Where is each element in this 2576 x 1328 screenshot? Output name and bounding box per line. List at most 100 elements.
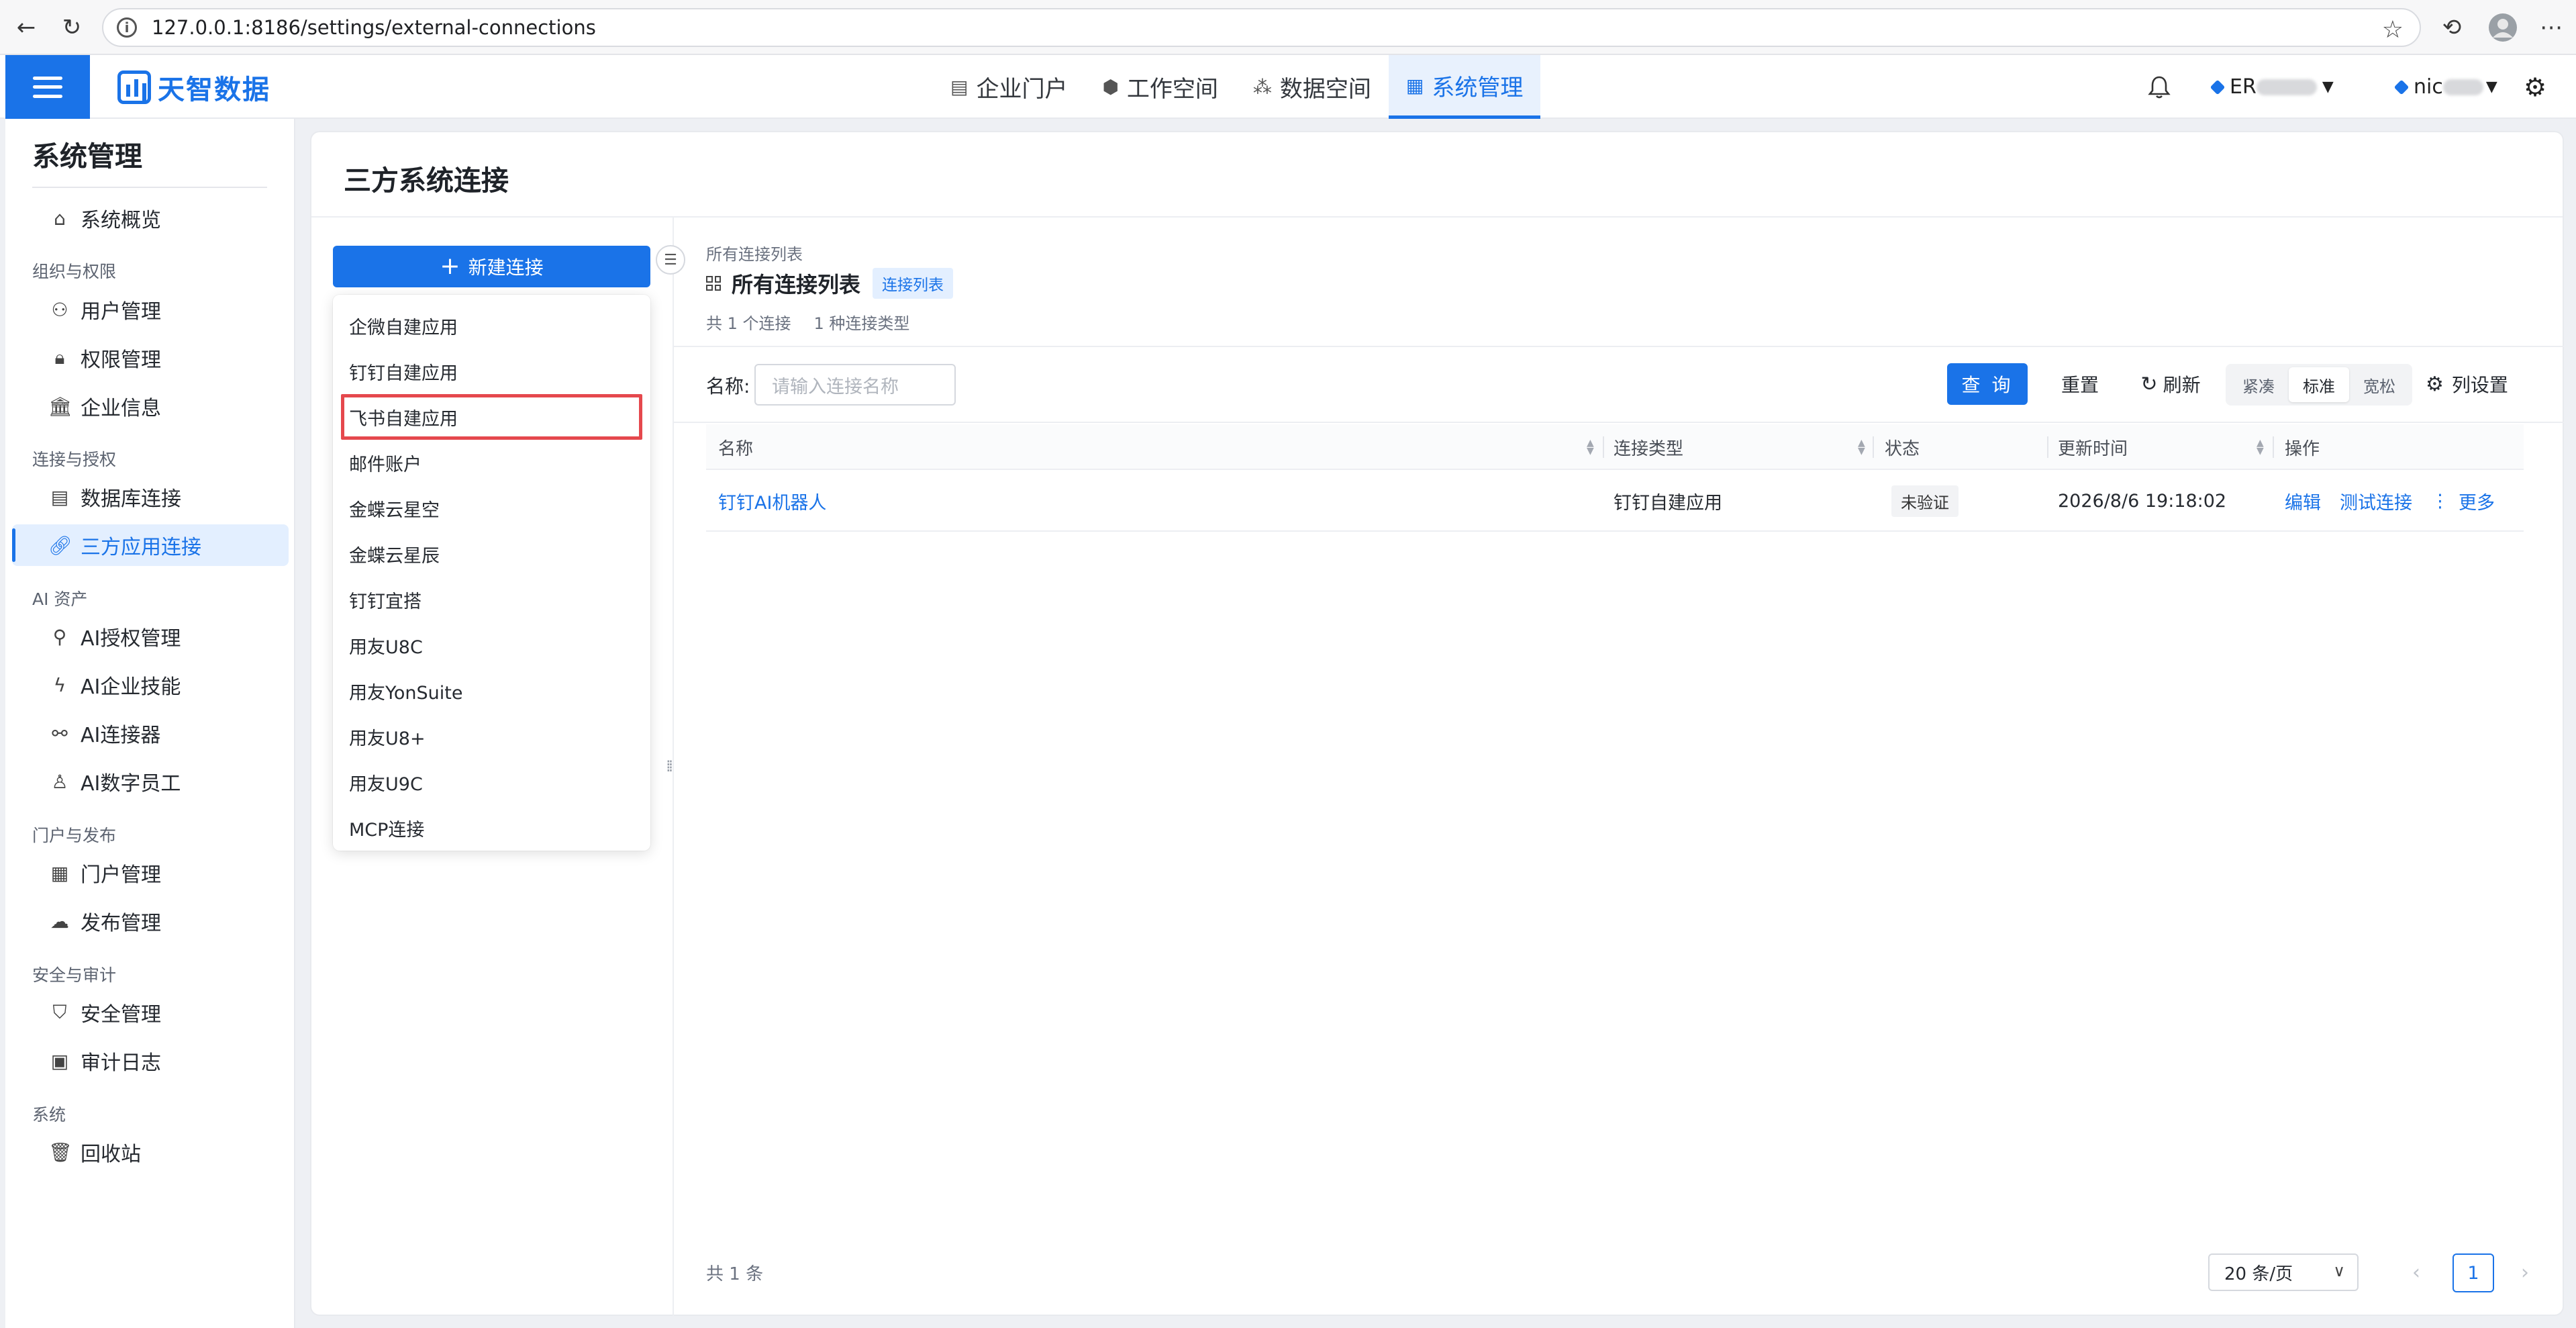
nav-enterprise-portal[interactable]: ▤ 企业门户 [933, 55, 1085, 119]
sidebar-item-users[interactable]: ⚇ 用户管理 [12, 289, 289, 330]
sidebar-item-recycle-bin[interactable]: 🗑︎ 回收站 [12, 1131, 289, 1173]
new-connection-button[interactable]: + 新建连接 [333, 246, 650, 287]
org-switcher[interactable]: ER ▼ [2210, 55, 2334, 119]
nav-system-management[interactable]: ▦ 系统管理 [1388, 55, 1541, 119]
panel-divider [673, 218, 674, 1316]
sidebar-item-portal-management[interactable]: ▦ 门户管理 [12, 852, 289, 894]
dropdown-item-kingdee-cloud-star[interactable]: 金蝶云星辰 [333, 531, 650, 577]
sidebar-item-audit-log[interactable]: ▣ 审计日志 [12, 1040, 289, 1082]
edit-action[interactable]: 编辑 [2285, 488, 2321, 514]
page-size-value: 20 条/页 [2224, 1264, 2293, 1284]
database-icon: ▤ [50, 485, 69, 508]
dropdown-item-mcp[interactable]: MCP连接 [333, 805, 650, 851]
dropdown-item-yonyou-u8plus[interactable]: 用友U8+ [333, 714, 650, 759]
sidebar-item-ai-skills[interactable]: ϟ AI企业技能 [12, 664, 289, 706]
page-title: 三方系统连接 [344, 164, 509, 197]
column-settings-button[interactable]: ⚙ 列设置 [2426, 363, 2508, 405]
connection-type-dropdown: 企微自建应用 钉钉自建应用 飞书自建应用 邮件账户 金蝶云星空 金蝶云星辰 钉钉… [333, 295, 650, 851]
profile-avatar-icon[interactable] [2487, 12, 2518, 43]
query-button[interactable]: 查 询 [1947, 363, 2028, 405]
sidebar-item-ai-connectors[interactable]: ⚯ AI连接器 [12, 712, 289, 754]
org-icon [2210, 79, 2226, 95]
dropdown-item-feishu[interactable]: 飞书自建应用 [341, 394, 642, 440]
page-size-select[interactable]: 20 条/页 ∨ [2208, 1253, 2359, 1291]
grid-icon [706, 276, 721, 291]
refresh-button[interactable]: ↻ 刷新 [2124, 363, 2218, 405]
sidebar-item-label: 系统概览 [81, 209, 161, 232]
hamburger-menu-button[interactable] [5, 55, 90, 119]
collapse-panel-icon[interactable]: ☰ [656, 245, 685, 275]
sidebar-item-label: 用户管理 [81, 300, 161, 324]
sidebar-item-overview[interactable]: ⌂ 系统概览 [12, 197, 289, 239]
dropdown-item-wecom[interactable]: 企微自建应用 [333, 303, 650, 348]
density-standard[interactable]: 标准 [2289, 367, 2349, 402]
sidebar-item-label: 回收站 [81, 1143, 141, 1166]
density-compact[interactable]: 紧凑 [2228, 367, 2289, 402]
dropdown-item-email[interactable]: 邮件账户 [333, 440, 650, 485]
th-type: 连接类型 [1614, 438, 1684, 459]
divider [674, 346, 2564, 347]
reload-icon[interactable]: ↻ [56, 12, 87, 43]
column-separator [2273, 436, 2274, 458]
name-search-input[interactable]: 请输入连接名称 [754, 364, 956, 406]
th-name: 名称 [718, 438, 754, 459]
sidebar-item-database-connections[interactable]: ▤ 数据库连接 [12, 476, 289, 518]
back-arrow-icon[interactable]: ← [11, 12, 42, 43]
sidebar-item-label: AI授权管理 [81, 627, 181, 651]
bookmark-star-icon[interactable]: ☆ [2382, 16, 2404, 44]
cell-name-link[interactable]: 钉钉AI机器人 [718, 470, 826, 532]
sidebar-item-security[interactable]: ⛉ 安全管理 [12, 992, 289, 1033]
sidebar-divider [32, 187, 267, 188]
search-key-icon: ⚲ [52, 625, 67, 648]
history-icon[interactable]: ⟲ [2436, 12, 2467, 43]
sidebar-item-permissions[interactable]: 🔒︎ 权限管理 [12, 337, 289, 379]
reset-button[interactable]: 重置 [2043, 363, 2117, 405]
notification-bell-icon[interactable] [2148, 55, 2171, 119]
dropdown-item-yonsuite[interactable]: 用友YonSuite [333, 668, 650, 714]
dropdown-item-dingtalk-yida[interactable]: 钉钉宜搭 [333, 577, 650, 622]
link-icon: 🔗︎ [48, 534, 72, 557]
breadcrumb: 所有连接列表 [706, 245, 803, 264]
sidebar-item-publish-management[interactable]: ☁ 发布管理 [12, 900, 289, 942]
dropdown-item-yonyou-u9c[interactable]: 用友U9C [333, 759, 650, 805]
shield-icon: ⛉ [52, 1001, 67, 1023]
plus-icon: + [440, 252, 460, 280]
site-info-icon[interactable]: i [117, 17, 137, 38]
dropdown-item-dingtalk[interactable]: 钉钉自建应用 [333, 348, 650, 394]
url-text: 127.0.0.1:8186/settings/external-connect… [152, 16, 596, 39]
dropdown-item-yonyou-u8c[interactable]: 用友U8C [333, 622, 650, 668]
more-menu-icon[interactable]: ⋯ [2536, 12, 2567, 43]
test-connection-action[interactable]: 测试连接 [2340, 488, 2412, 514]
trash-icon: 🗑︎ [48, 1141, 72, 1164]
sort-icon[interactable]: ▲ ▼ [2257, 438, 2264, 456]
address-bar[interactable]: i 127.0.0.1:8186/settings/external-conne… [102, 8, 2421, 47]
app-logo[interactable]: 天智数据 [117, 68, 270, 106]
density-loose[interactable]: 宽松 [2349, 367, 2410, 402]
more-vertical-icon[interactable]: ⋮ [2431, 491, 2449, 512]
sidebar-item-third-party-connections[interactable]: 🔗︎ 三方应用连接 [12, 524, 289, 566]
density-switch: 紧凑 标准 宽松 [2226, 364, 2412, 406]
settings-gear-icon[interactable]: ⚙ [2524, 55, 2546, 119]
more-action[interactable]: 更多 [2459, 488, 2495, 514]
sort-icon[interactable]: ▲ ▼ [1858, 438, 1865, 456]
button-label: 新建连接 [468, 256, 544, 279]
prev-page-icon[interactable]: ‹ [2397, 1253, 2435, 1291]
page-number-current[interactable]: 1 [2453, 1253, 2494, 1292]
nav-label: 数据空间 [1279, 76, 1371, 103]
dropdown-item-kingdee-cloud-galaxy[interactable]: 金蝶云星空 [333, 485, 650, 531]
user-menu[interactable]: nic ▼ [2393, 55, 2497, 119]
nav-workspace[interactable]: ⬢ 工作空间 [1085, 55, 1235, 119]
sidebar-item-ai-digital-employees[interactable]: ♙ AI数字员工 [12, 761, 289, 802]
sort-icon[interactable]: ▲ ▼ [1587, 438, 1594, 456]
hamburger-icon [33, 76, 62, 98]
resize-handle-icon[interactable]: ⁞⁞ [666, 757, 673, 775]
sidebar-title: 系统管理 [32, 140, 142, 173]
nav-data-space[interactable]: ⁂ 数据空间 [1236, 55, 1389, 119]
sidebar-item-company-info[interactable]: 🏛︎ 企业信息 [12, 385, 289, 427]
status-badge: 未验证 [1891, 485, 1959, 517]
list-stats: 共 1 个连接 1 种连接类型 [706, 310, 909, 334]
next-page-icon[interactable]: › [2506, 1253, 2544, 1291]
sidebar-item-label: 审计日志 [81, 1051, 161, 1075]
sidebar-item-ai-auth[interactable]: ⚲ AI授权管理 [12, 616, 289, 657]
card-divider [311, 216, 2563, 218]
